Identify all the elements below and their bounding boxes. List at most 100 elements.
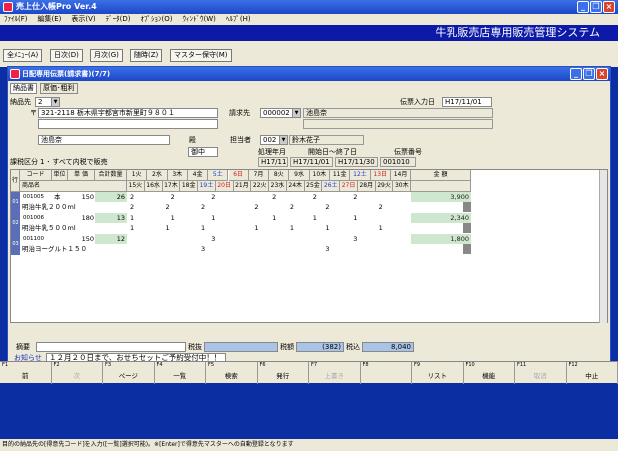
item-qty[interactable]: 12 — [95, 234, 127, 244]
day-header[interactable]: 27日 — [340, 181, 358, 192]
daily-button[interactable]: 日次(D) — [50, 49, 83, 62]
item-name[interactable]: 明治ヨーグルト１５０ — [22, 244, 87, 254]
day-qty[interactable]: 2 — [272, 192, 276, 202]
qty-header[interactable]: 合計数量 — [95, 170, 127, 181]
item-name[interactable]: 明治牛乳５００ml — [22, 223, 76, 233]
customer-name-field[interactable]: 池島奈 — [38, 135, 170, 145]
fkey-f9[interactable]: F9 リスト — [412, 362, 464, 384]
fkey-f3[interactable]: F3 ページ — [103, 362, 155, 384]
day-header[interactable]: 17木 — [162, 181, 181, 192]
kana-field[interactable]: 御中 — [188, 147, 218, 157]
day-header[interactable]: 8火 — [269, 170, 290, 181]
item-amount[interactable]: 2,340 — [411, 213, 471, 223]
item-price[interactable]: 180 — [68, 213, 94, 223]
entry-date-field[interactable]: H17/11/01 — [442, 97, 492, 107]
item-qty[interactable]: 13 — [95, 213, 127, 223]
day-qty[interactable]: 1 — [313, 213, 317, 223]
day-header[interactable]: 2水 — [147, 170, 168, 181]
day-qty[interactable]: 2 — [130, 202, 134, 212]
fkey-f1[interactable]: F1 前 — [0, 362, 52, 384]
day-qty[interactable]: 1 — [171, 213, 175, 223]
day-header[interactable]: 10木 — [309, 170, 330, 181]
day-header[interactable]: 16水 — [144, 181, 163, 192]
price-header[interactable]: 単 価 — [68, 170, 95, 181]
amount-marker[interactable] — [463, 223, 471, 233]
person-code-select[interactable]: 002 ▼ — [260, 135, 288, 145]
fkey-f7[interactable]: F7 上書き — [309, 362, 361, 384]
amount-sub-header[interactable] — [411, 181, 471, 192]
day-header[interactable]: 5土 — [208, 170, 229, 181]
menu-data[interactable]: ﾃﾞｰﾀ(D) — [106, 15, 131, 23]
memo-field[interactable] — [36, 342, 186, 352]
day-header[interactable]: 14月 — [390, 170, 412, 181]
item-qty[interactable]: 26 — [95, 192, 127, 202]
day-qty[interactable]: 1 — [325, 223, 329, 233]
day-qty[interactable]: 1 — [353, 213, 357, 223]
grid-scrollbar[interactable] — [599, 170, 607, 323]
child-minimize-icon[interactable]: _ — [570, 68, 582, 80]
row-number[interactable]: 02 — [11, 213, 20, 234]
day-header[interactable]: 1火 — [127, 170, 148, 181]
anytime-button[interactable]: 随時(Z) — [130, 49, 163, 62]
item-unit[interactable]: 本 — [54, 192, 61, 202]
day-qty[interactable]: 3 — [211, 234, 215, 244]
day-qty[interactable]: 2 — [379, 202, 383, 212]
day-qty[interactable]: 1 — [130, 213, 134, 223]
day-header[interactable]: 28月 — [357, 181, 376, 192]
minimize-icon[interactable]: _ — [577, 1, 589, 13]
day-header[interactable]: 6日 — [228, 170, 249, 181]
fkey-f4[interactable]: F4 一覧 — [155, 362, 206, 384]
restore-icon[interactable]: ❐ — [590, 1, 602, 13]
day-header[interactable]: 11金 — [330, 170, 351, 181]
day-header[interactable]: 22火 — [251, 181, 270, 192]
day-qty[interactable]: 2 — [171, 192, 175, 202]
delivery-code-select[interactable]: 2 ▼ — [35, 97, 60, 107]
day-qty[interactable]: 1 — [130, 223, 134, 233]
day-qty[interactable]: 2 — [325, 202, 329, 212]
day-qty[interactable]: 1 — [254, 223, 258, 233]
child-restore-icon[interactable]: ❐ — [583, 68, 595, 80]
day-header[interactable]: 21月 — [233, 181, 252, 192]
day-header[interactable]: 25金 — [304, 181, 323, 192]
item-code[interactable]: 001006 — [23, 213, 44, 223]
day-header[interactable]: 4金 — [187, 170, 209, 181]
monthly-button[interactable]: 月次(G) — [90, 49, 123, 62]
unit-header[interactable]: 単位 — [52, 170, 68, 181]
day-qty[interactable]: 1 — [379, 223, 383, 233]
menu-edit[interactable]: 編集(E) — [38, 15, 62, 23]
day-qty[interactable]: 1 — [272, 213, 276, 223]
item-name[interactable]: 明治牛乳２００ml — [22, 202, 76, 212]
day-header[interactable]: 9水 — [289, 170, 310, 181]
fkey-f5[interactable]: F5 検索 — [206, 362, 258, 384]
day-header[interactable]: 3木 — [167, 170, 188, 181]
day-qty[interactable]: 3 — [201, 244, 205, 254]
day-qty[interactable]: 2 — [211, 192, 215, 202]
amount-header[interactable]: 金 額 — [411, 170, 471, 181]
day-header[interactable]: 23水 — [269, 181, 287, 192]
day-header[interactable]: 29火 — [375, 181, 394, 192]
row-number[interactable]: 01 — [11, 192, 20, 213]
day-header[interactable]: 19土 — [198, 181, 216, 192]
day-header[interactable]: 12土 — [350, 170, 371, 181]
menu-view[interactable]: 表示(V) — [71, 15, 95, 23]
day-qty[interactable]: 1 — [166, 223, 170, 233]
item-price[interactable]: 150 — [68, 234, 94, 244]
name-header[interactable]: 商品名 — [20, 181, 127, 192]
tab-cost[interactable]: 原価･粗利 — [40, 83, 78, 94]
day-qty[interactable]: 2 — [290, 202, 294, 212]
day-header[interactable]: 30木 — [393, 181, 412, 192]
bill-code-select[interactable]: 000002 ▼ — [260, 108, 301, 118]
day-qty[interactable]: 1 — [201, 223, 205, 233]
menu-help[interactable]: ﾍﾙﾌﾟ(H) — [226, 15, 251, 23]
address-field[interactable]: 321-2118 栃木県宇都宮市新里町９８０１ — [38, 108, 218, 118]
day-header[interactable]: 18金 — [180, 181, 199, 192]
fkey-f12[interactable]: F12 中止 — [567, 362, 618, 384]
address2-field[interactable] — [38, 119, 218, 129]
day-qty[interactable]: 1 — [290, 223, 294, 233]
menu-file[interactable]: ﾌｧｲﾙ(F) — [4, 15, 28, 23]
day-qty[interactable]: 3 — [353, 234, 357, 244]
day-header[interactable]: 13日 — [370, 170, 391, 181]
day-qty[interactable]: 2 — [166, 202, 170, 212]
menu-option[interactable]: ｵﾌﾟｼｮﾝ(O) — [141, 15, 173, 23]
code-header[interactable]: コード — [20, 170, 52, 181]
